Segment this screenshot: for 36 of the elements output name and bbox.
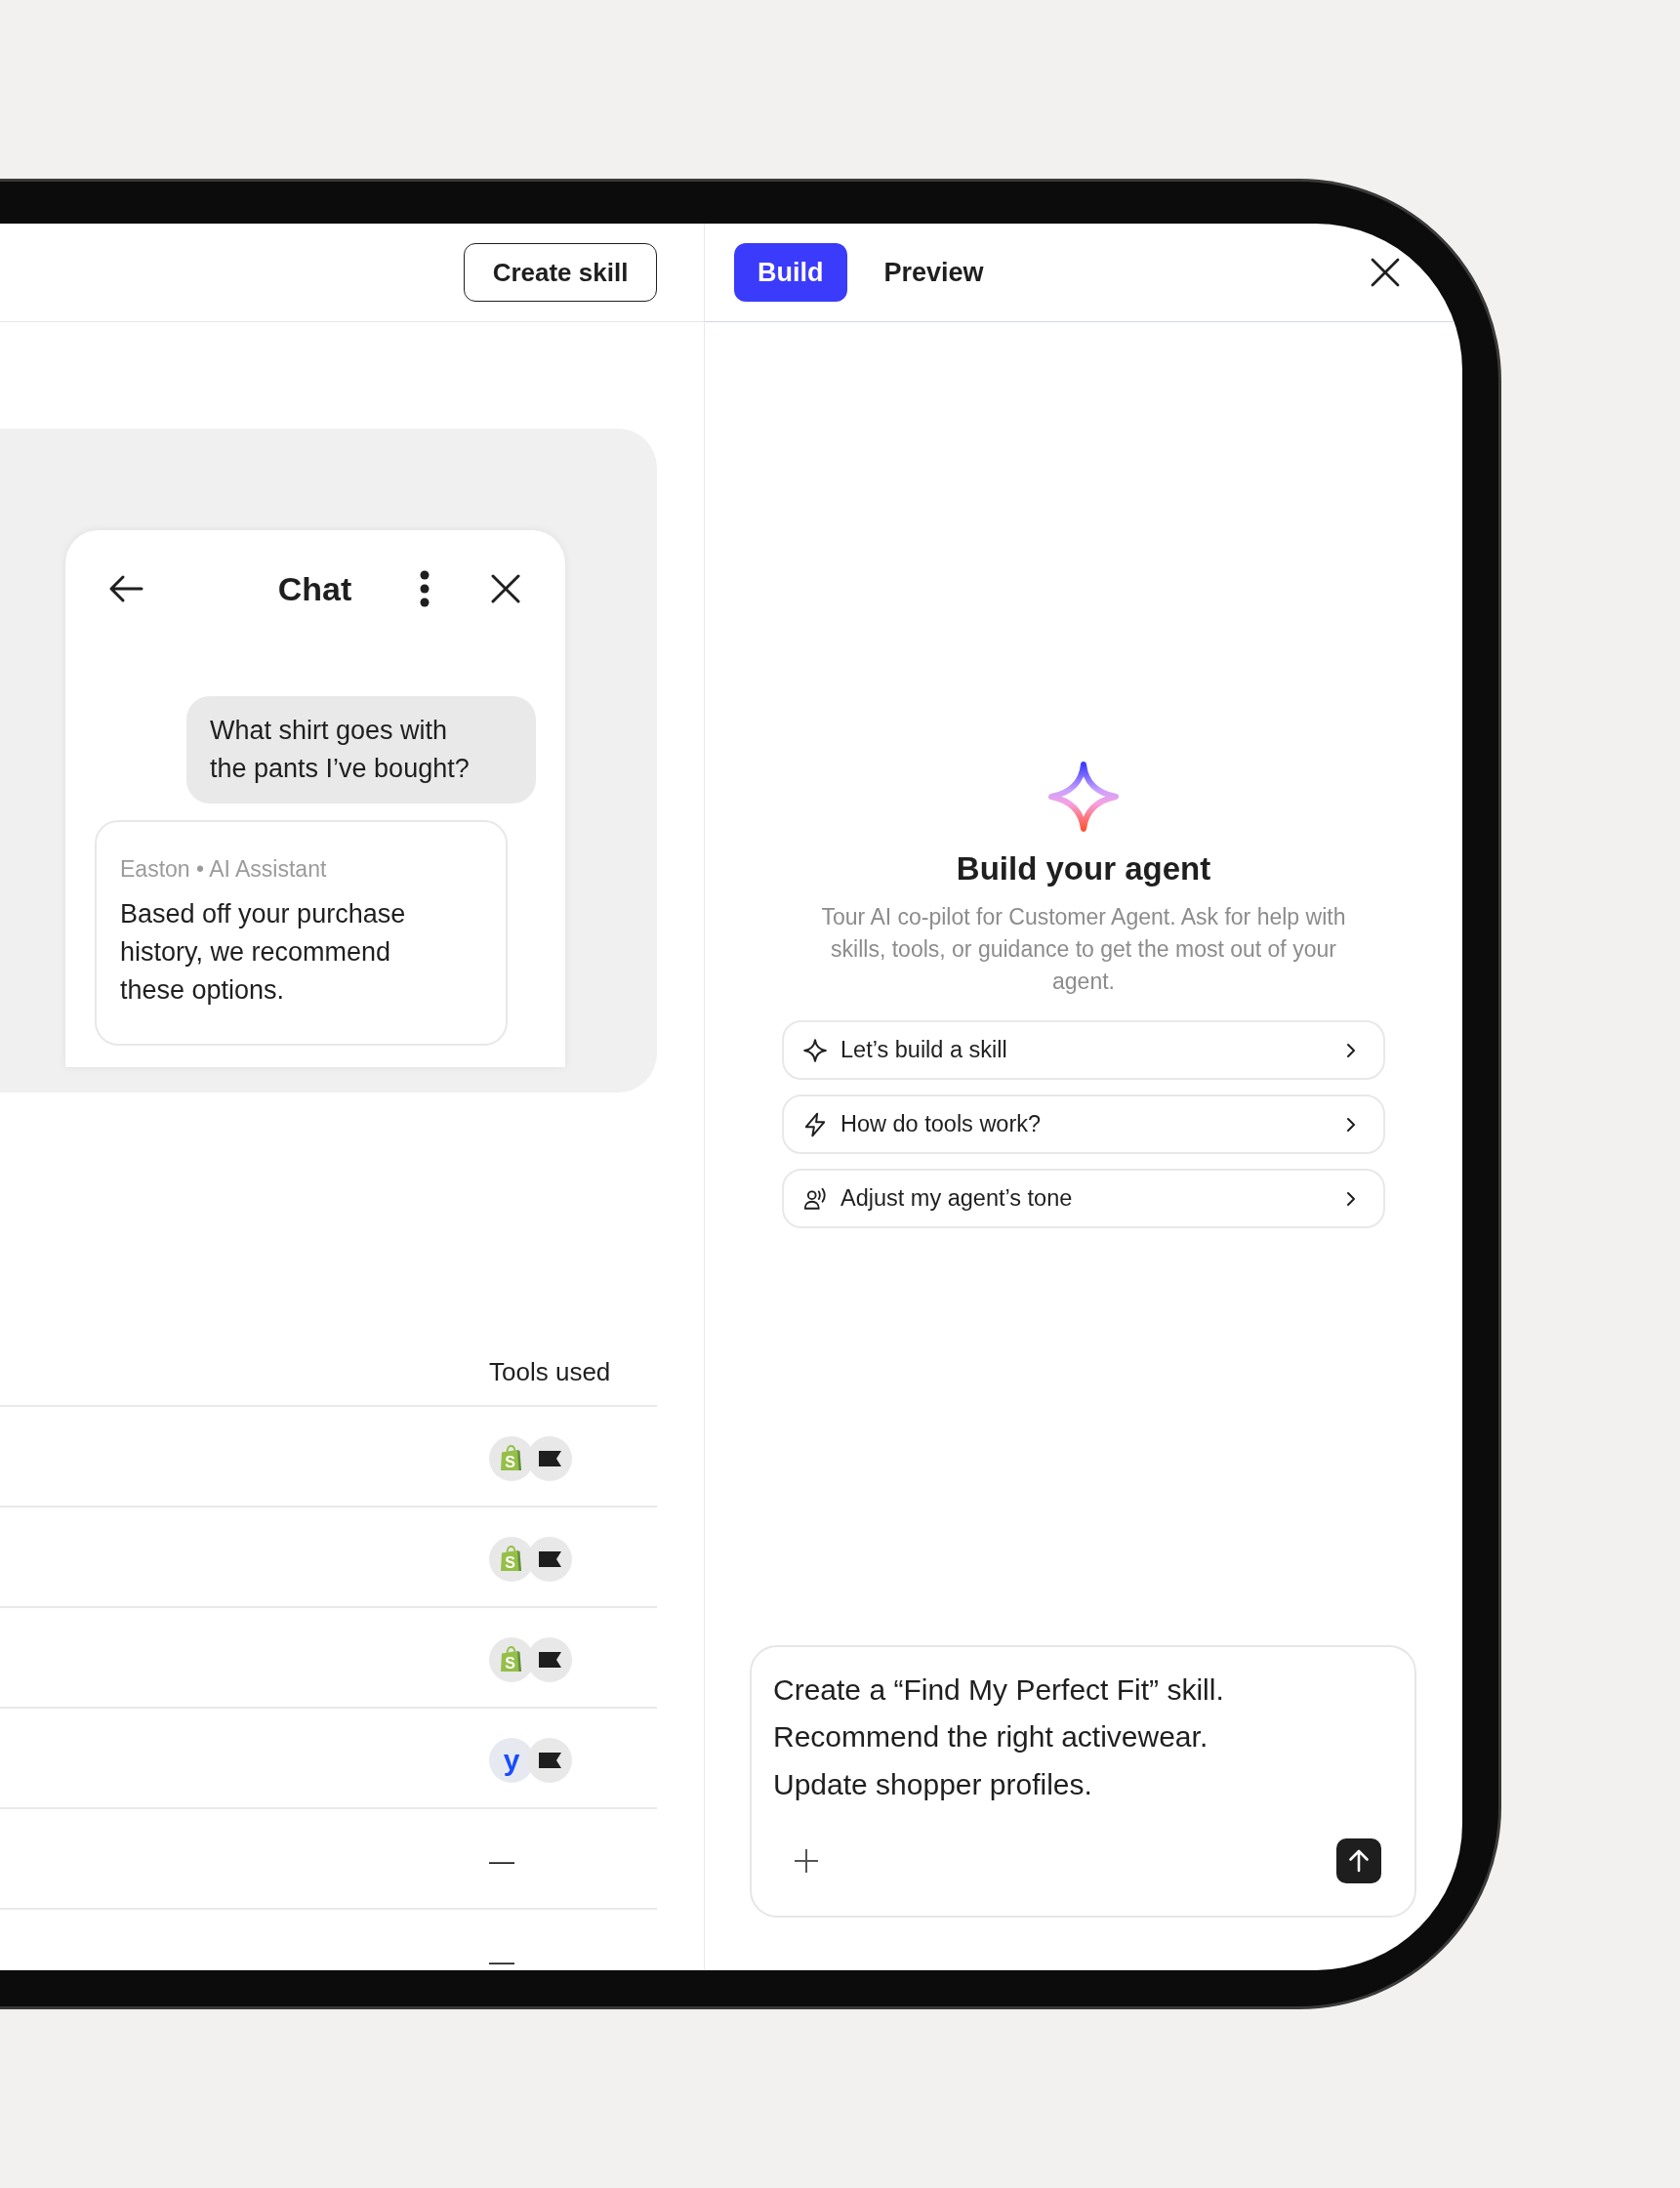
suggestion-button[interactable]: How do tools work?: [782, 1094, 1385, 1154]
suggestion-button[interactable]: Let’s build a skill: [782, 1020, 1385, 1080]
create-skill-button[interactable]: Create skill: [464, 243, 657, 302]
table-cell: —: [489, 1852, 514, 1869]
sparkle-icon: [802, 1037, 828, 1063]
close-icon: [1370, 257, 1401, 288]
tab[interactable]: Preview: [860, 243, 1007, 302]
user-message: What shirt goes with the pants I’ve bought?: [186, 696, 536, 804]
lightning-bolt-icon: [802, 1111, 828, 1137]
tab[interactable]: Build: [734, 243, 847, 302]
message-text: Based off your purchase history, we recommend these options.: [120, 898, 407, 1007]
chat-title: Chat: [277, 569, 352, 608]
back-button[interactable]: [108, 574, 143, 603]
panel-description: Tour AI co-pilot for Customer Agent. Ask for help with skills, tools, or guidance to get the most out of your agent.: [820, 903, 1347, 996]
add-button[interactable]: [794, 1848, 819, 1874]
back-arrow-icon: [108, 574, 143, 603]
more-button[interactable]: [420, 570, 430, 607]
column-header: Tools used: [489, 1355, 611, 1387]
close-button[interactable]: [490, 573, 521, 604]
table-cell: —: [489, 1953, 514, 1969]
arrow-up-icon: [1346, 1848, 1372, 1874]
message-input[interactable]: Create a “Find My Perfect Fit” skill. Recommend the right activewear. Update shopper profiles.: [773, 1666, 1381, 1808]
panel-title: Build your agent: [956, 849, 1211, 888]
suggestion-button[interactable]: Adjust my agent’s tone: [782, 1169, 1385, 1228]
close-icon: [490, 573, 521, 604]
more-options-icon: [420, 570, 430, 607]
chevron-right-icon: [1346, 1116, 1356, 1133]
close-panel-button[interactable]: [1370, 257, 1401, 288]
flag-icon: [527, 1737, 572, 1783]
person-speaking-icon: [802, 1185, 828, 1212]
send-button[interactable]: [1336, 1838, 1381, 1883]
sparkle-icon: [1047, 761, 1120, 833]
chevron-right-icon: [1346, 1190, 1356, 1207]
plus-icon: [794, 1848, 819, 1874]
chevron-right-icon: [1346, 1042, 1356, 1058]
sender-label: Easton • AI Assistant: [120, 855, 328, 884]
